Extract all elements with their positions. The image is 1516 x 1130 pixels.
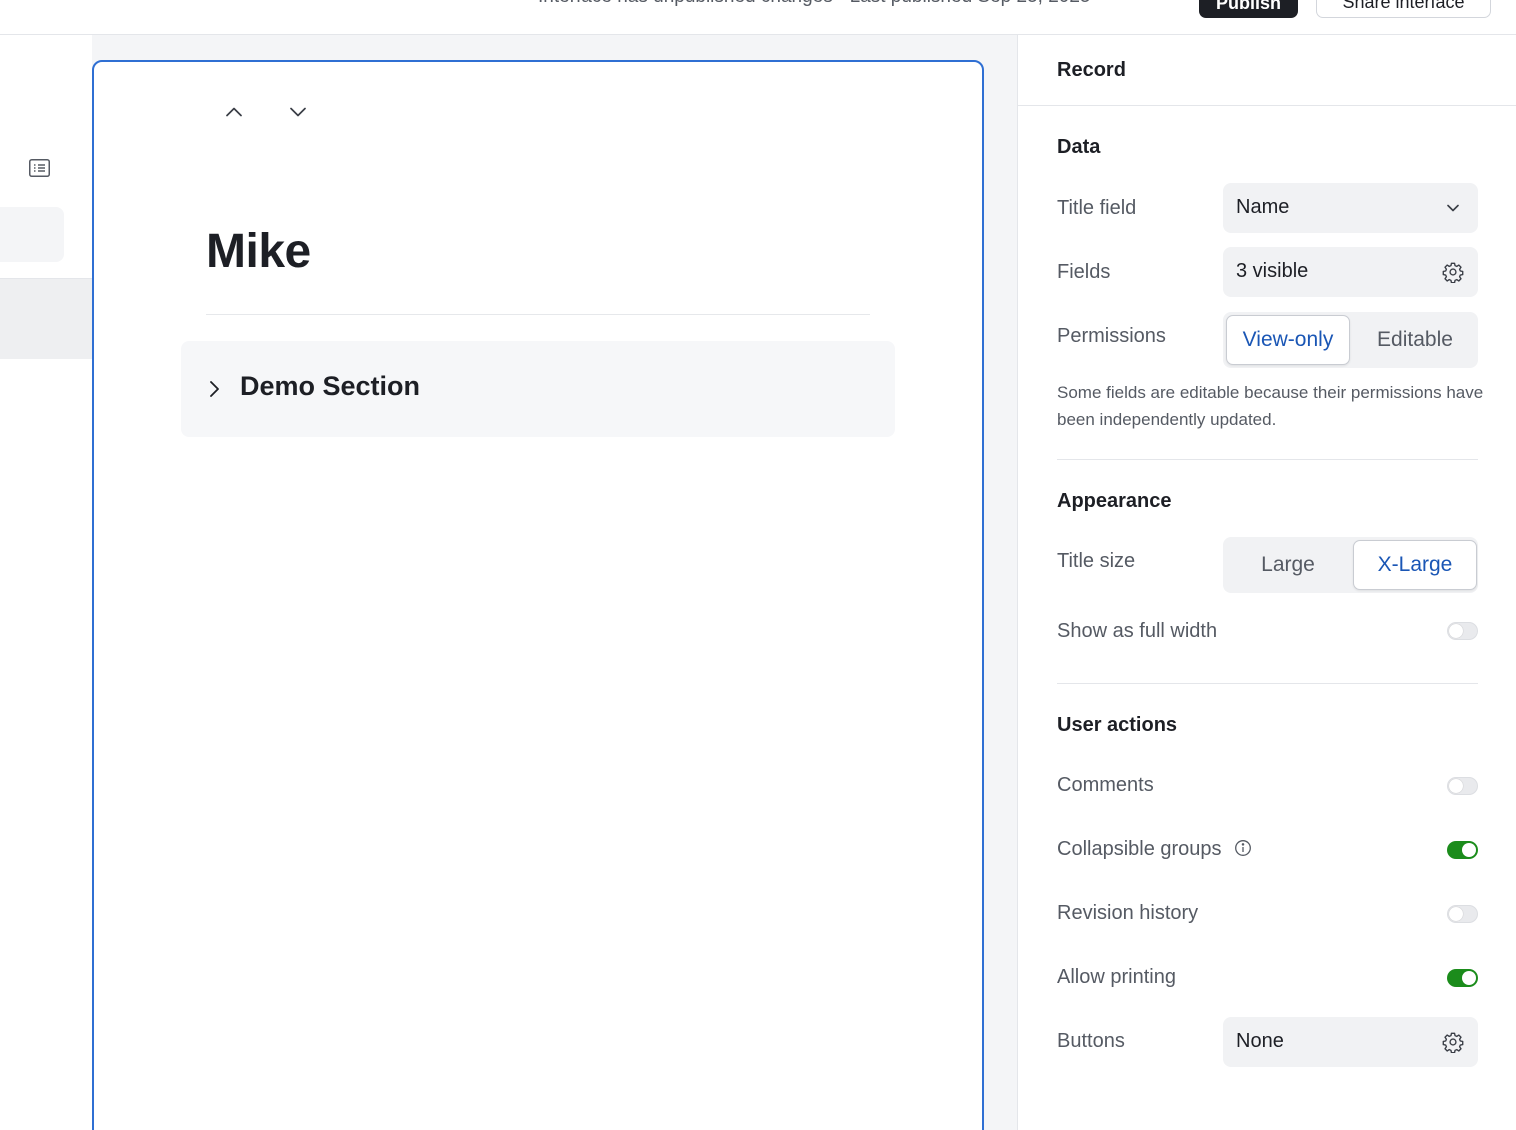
section-group[interactable]: Demo Section	[181, 341, 895, 437]
appearance-section-title: Appearance	[1057, 490, 1172, 512]
permissions-option-view-only[interactable]: View-only	[1226, 315, 1350, 365]
title-divider	[206, 314, 870, 315]
buttons-label: Buttons	[1057, 1030, 1125, 1052]
user-actions-section-title: User actions	[1057, 714, 1178, 736]
permissions-helper-text: Some fields are editable because their p…	[1057, 383, 1484, 429]
data-section-title: Data	[1057, 136, 1101, 158]
section-divider	[1057, 459, 1478, 460]
permissions-option-editable[interactable]: Editable	[1353, 315, 1477, 365]
allow-printing-toggle[interactable]	[1447, 969, 1478, 987]
record-navigation	[224, 104, 308, 120]
revision-history-label: Revision history	[1057, 902, 1199, 924]
title-size-option-x-large[interactable]: X-Large	[1353, 540, 1477, 590]
fields-config-button[interactable]: 3 visible	[1223, 247, 1478, 297]
chevron-up-icon	[226, 107, 242, 117]
fields-label: Fields	[1057, 261, 1111, 283]
left-sidebar	[0, 35, 92, 1130]
record-canvas[interactable]: Mike Demo Section	[92, 60, 984, 1130]
previous-record-button[interactable]	[224, 104, 244, 120]
list-icon[interactable]	[29, 159, 50, 177]
properties-panel: Record Data Title field Name Fields 3 vi…	[1017, 35, 1516, 1130]
section-title: Demo Section	[240, 371, 421, 401]
chevron-right-icon[interactable]	[205, 379, 223, 399]
collapsible-groups-toggle[interactable]	[1447, 841, 1478, 859]
sidebar-item-selected[interactable]	[0, 207, 64, 262]
title-size-segmented-control: Large X-Large	[1223, 537, 1478, 593]
full-width-label: Show as full width	[1057, 620, 1218, 642]
publish-button[interactable]: Publish	[1199, 0, 1298, 18]
section-divider	[1057, 683, 1478, 684]
title-size-option-large[interactable]: Large	[1226, 540, 1350, 590]
buttons-config-button[interactable]: None	[1223, 1017, 1478, 1067]
record-title: Mike	[206, 225, 311, 278]
title-field-select[interactable]: Name	[1223, 183, 1478, 233]
collapsible-groups-row: Collapsible groups	[1057, 838, 1252, 861]
title-field-value: Name	[1236, 196, 1290, 218]
chevron-down-icon	[1447, 204, 1459, 212]
next-record-button[interactable]	[288, 104, 308, 120]
fields-value: 3 visible	[1236, 260, 1309, 282]
gear-icon	[1442, 1032, 1464, 1053]
info-icon[interactable]	[1234, 839, 1252, 857]
gear-icon	[1442, 262, 1464, 283]
title-field-label: Title field	[1057, 197, 1137, 219]
collapsible-groups-label: Collapsible groups	[1057, 838, 1222, 860]
top-bar: Interface has unpublished changes · Last…	[0, 0, 1516, 35]
revision-history-toggle[interactable]	[1447, 905, 1478, 923]
sidebar-item[interactable]	[0, 279, 92, 359]
chevron-down-icon	[290, 107, 306, 117]
comments-label: Comments	[1057, 774, 1154, 796]
publish-status-text: Interface has unpublished changes · Last…	[538, 0, 1090, 8]
panel-title: Record	[1057, 59, 1126, 81]
title-size-label: Title size	[1057, 550, 1136, 572]
panel-header: Record	[1018, 35, 1516, 106]
comments-toggle[interactable]	[1447, 777, 1478, 795]
permissions-label: Permissions	[1057, 325, 1166, 347]
buttons-value: None	[1236, 1030, 1284, 1052]
permissions-segmented-control: View-only Editable	[1223, 312, 1478, 368]
share-interface-button[interactable]: Share interface	[1316, 0, 1491, 18]
full-width-toggle[interactable]	[1447, 622, 1478, 640]
allow-printing-label: Allow printing	[1057, 966, 1176, 988]
